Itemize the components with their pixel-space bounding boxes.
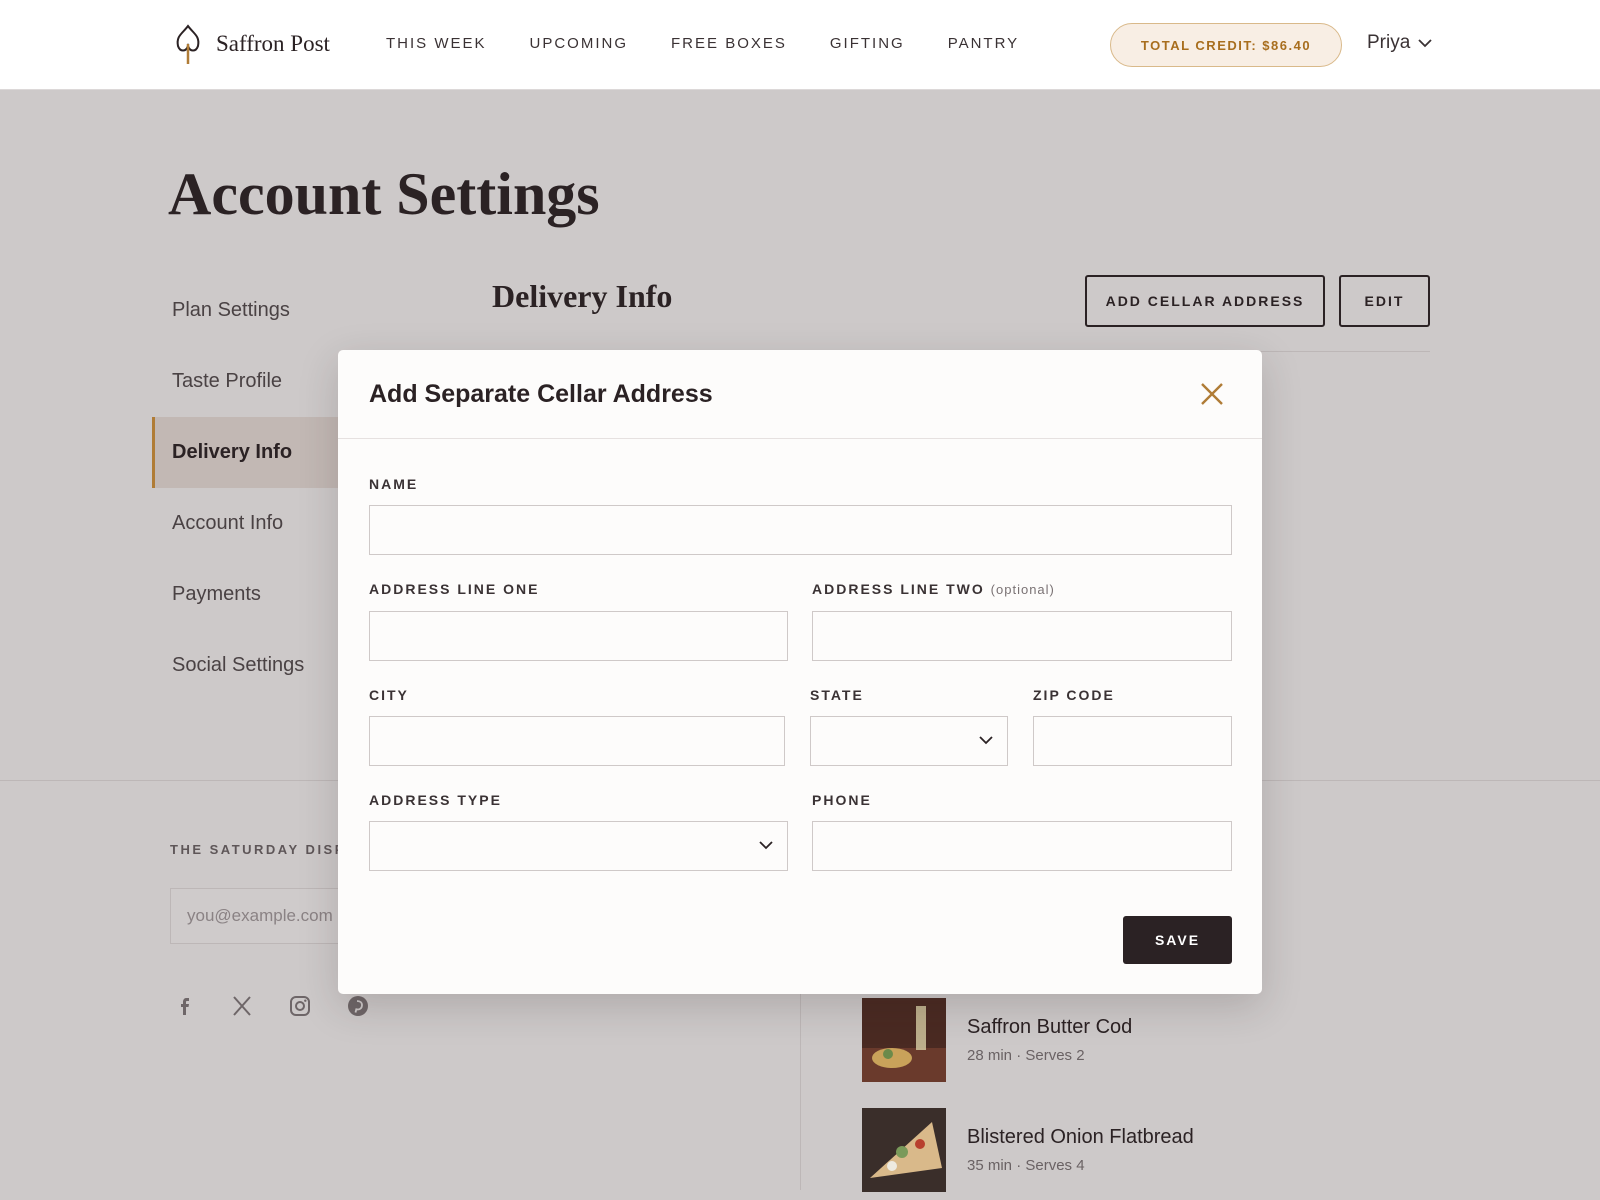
pinterest-icon[interactable] xyxy=(346,994,370,1018)
modal-header: Add Separate Cellar Address xyxy=(338,350,1262,439)
top-header: Saffron Post THIS WEEK UPCOMING FREE BOX… xyxy=(0,0,1600,90)
address-line-two-label-text: ADDRESS LINE TWO xyxy=(812,581,985,597)
recipe-meta: 28 min · Serves 2 xyxy=(967,1047,1085,1064)
address-type-select[interactable] xyxy=(369,821,788,871)
recipe-thumbnail-image xyxy=(862,998,946,1082)
name-field[interactable] xyxy=(369,505,1232,555)
chevron-down-icon xyxy=(759,841,773,850)
nav-free-boxes[interactable]: FREE BOXES xyxy=(671,35,787,52)
sidebar-item-payments[interactable]: Payments xyxy=(152,559,352,630)
sidebar-item-taste-profile[interactable]: Taste Profile xyxy=(152,346,352,417)
zip-code-label: ZIP CODE xyxy=(1033,687,1115,703)
facebook-icon[interactable] xyxy=(172,994,196,1018)
brand-name: Saffron Post xyxy=(216,31,330,56)
x-icon[interactable] xyxy=(230,994,254,1018)
address-line-two-label: ADDRESS LINE TWO (optional) xyxy=(812,581,1055,597)
address-line-one-field[interactable] xyxy=(369,611,788,661)
nav-gifting[interactable]: GIFTING xyxy=(830,35,905,52)
modal-title: Add Separate Cellar Address xyxy=(369,380,713,408)
sidebar-item-delivery-info[interactable]: Delivery Info xyxy=(152,417,352,488)
recipe-card[interactable]: Saffron Butter Cod 28 min · Serves 2 xyxy=(862,998,1132,1082)
address-line-one-label: ADDRESS LINE ONE xyxy=(369,581,540,597)
close-icon[interactable] xyxy=(1198,380,1226,408)
city-label: CITY xyxy=(369,687,409,703)
city-field[interactable] xyxy=(369,716,785,766)
address-line-two-field[interactable] xyxy=(812,611,1232,661)
optional-hint: (optional) xyxy=(990,582,1055,597)
nav-upcoming[interactable]: UPCOMING xyxy=(530,35,629,52)
sidebar-item-social-settings[interactable]: Social Settings xyxy=(152,630,352,701)
state-label: STATE xyxy=(810,687,864,703)
recipe-meta: 35 min · Serves 4 xyxy=(967,1157,1085,1174)
instagram-icon[interactable] xyxy=(288,994,312,1018)
nav-pantry[interactable]: PANTRY xyxy=(948,35,1019,52)
recipe-name: Blistered Onion Flatbread xyxy=(967,1126,1194,1148)
phone-field[interactable] xyxy=(812,821,1232,871)
page-title: Account Settings xyxy=(168,161,600,227)
saffron-leaf-icon xyxy=(176,24,200,64)
edit-button[interactable]: EDIT xyxy=(1339,275,1430,327)
phone-label: PHONE xyxy=(812,792,872,808)
sidebar-item-plan-settings[interactable]: Plan Settings xyxy=(152,275,352,346)
add-cellar-address-modal: Add Separate Cellar Address NAME ADDRESS… xyxy=(338,350,1262,994)
address-type-label: ADDRESS TYPE xyxy=(369,792,502,808)
main-nav: THIS WEEK UPCOMING FREE BOXES GIFTING PA… xyxy=(386,35,1062,52)
total-credit-badge[interactable]: TOTAL CREDIT: $86.40 xyxy=(1110,23,1342,67)
name-label: NAME xyxy=(369,476,419,492)
sidebar-item-account-info[interactable]: Account Info xyxy=(152,488,352,559)
zip-code-field[interactable] xyxy=(1033,716,1232,766)
settings-sidebar: Plan Settings Taste Profile Delivery Inf… xyxy=(152,275,352,701)
chevron-down-icon xyxy=(1418,39,1432,48)
state-select[interactable] xyxy=(810,716,1008,766)
nav-this-week[interactable]: THIS WEEK xyxy=(386,35,487,52)
user-name: Priya xyxy=(1367,32,1411,53)
section-title: Delivery Info xyxy=(492,278,673,314)
add-cellar-address-button[interactable]: ADD CELLAR ADDRESS xyxy=(1085,275,1325,327)
save-button[interactable]: SAVE xyxy=(1123,916,1232,964)
recipe-card[interactable]: Blistered Onion Flatbread 35 min · Serve… xyxy=(862,1108,1194,1192)
recipe-name: Saffron Butter Cod xyxy=(967,1016,1133,1038)
chevron-down-icon xyxy=(979,736,993,745)
brand-logo[interactable]: Saffron Post xyxy=(172,22,330,66)
recipe-thumbnail-image xyxy=(862,1108,946,1192)
social-links xyxy=(172,994,370,1018)
user-menu[interactable]: Priya xyxy=(1367,32,1432,54)
newsletter-label: THE SATURDAY DISP xyxy=(170,842,346,857)
